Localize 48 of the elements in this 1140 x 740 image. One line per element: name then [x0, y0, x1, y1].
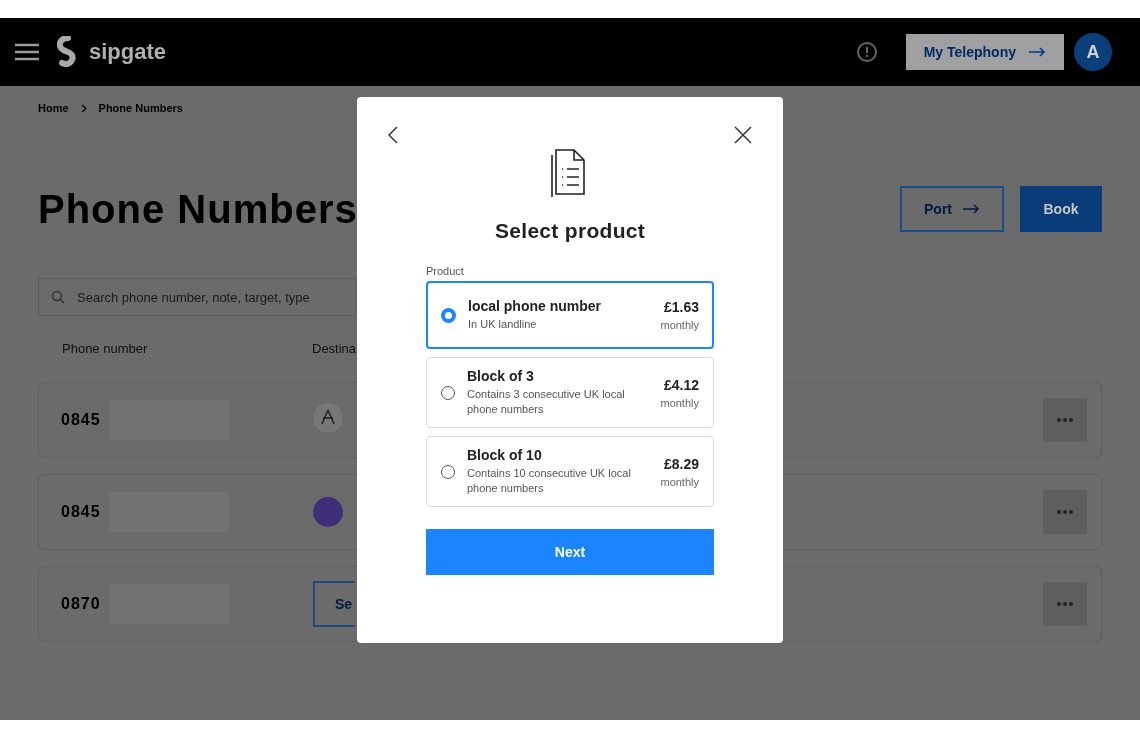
chevron-icon	[80, 103, 87, 113]
option-price: £4.12	[663, 376, 699, 393]
option-price: £8.29	[663, 455, 699, 472]
more-icon	[1057, 418, 1073, 422]
chevron-left-icon	[388, 126, 398, 144]
user-avatar[interactable]: A	[1074, 33, 1112, 71]
breadcrumb-link[interactable]: Home	[38, 102, 69, 114]
price-period: monthly	[660, 319, 699, 331]
arrow-icon	[962, 204, 980, 214]
column-header: Phone number	[61, 341, 149, 356]
option-title: Block of 10	[467, 447, 543, 463]
product-option[interactable]: local phone number In UK landline £1.63 monthly	[426, 281, 714, 349]
number-row[interactable]: 0870 Se	[38, 566, 1102, 642]
price-period: monthly	[660, 396, 699, 409]
search-field[interactable]: Search phone number, note, target, type	[38, 278, 356, 316]
column-header: Destina	[312, 341, 357, 356]
option-price: £1.63	[663, 299, 699, 315]
alert-icon	[855, 41, 878, 63]
product-option[interactable]: Block of 10 Contains 10 consecutive UK local phone numbers £8.29 monthly	[426, 436, 714, 507]
radio-button[interactable]	[441, 307, 456, 323]
port-button[interactable]: Port	[900, 186, 1004, 232]
more-icon	[1057, 510, 1073, 514]
number-prefix: 0870	[61, 595, 102, 613]
breadcrumb-link[interactable]: Phone Numbers	[98, 102, 183, 114]
number-prefix: 0845	[61, 411, 102, 429]
option-title: Block of 3	[467, 368, 535, 384]
select-button[interactable]: Se	[313, 581, 355, 627]
dialog-title: Select product	[494, 219, 646, 243]
field-label: Product	[426, 265, 465, 277]
price-period: monthly	[660, 475, 699, 488]
next-button[interactable]: Next	[426, 529, 714, 575]
product-option[interactable]: Block of 3 Contains 3 consecutive UK local phone numbers £4.12 monthly	[426, 357, 714, 428]
page-title: Phone Numbers	[38, 186, 358, 232]
number-prefix: 0845	[61, 503, 102, 521]
logo-icon	[57, 36, 79, 68]
option-title: local phone number	[468, 298, 602, 314]
option-description: In UK landline	[468, 317, 538, 332]
group-icon	[313, 403, 343, 433]
logo-text: sipgate	[89, 39, 167, 65]
more-icon	[1057, 602, 1073, 606]
my-telephony-button[interactable]: My Telephony	[905, 34, 1064, 70]
option-description: Contains 10 consecutive UK local phone numbers	[467, 466, 632, 496]
search-icon	[51, 290, 65, 304]
close-icon	[734, 126, 752, 144]
menu-icon	[15, 43, 39, 61]
book-button[interactable]: Book	[1020, 186, 1102, 232]
option-description: Contains 3 consecutive UK local phone numbers	[467, 387, 626, 417]
arrow-icon	[1028, 47, 1046, 57]
